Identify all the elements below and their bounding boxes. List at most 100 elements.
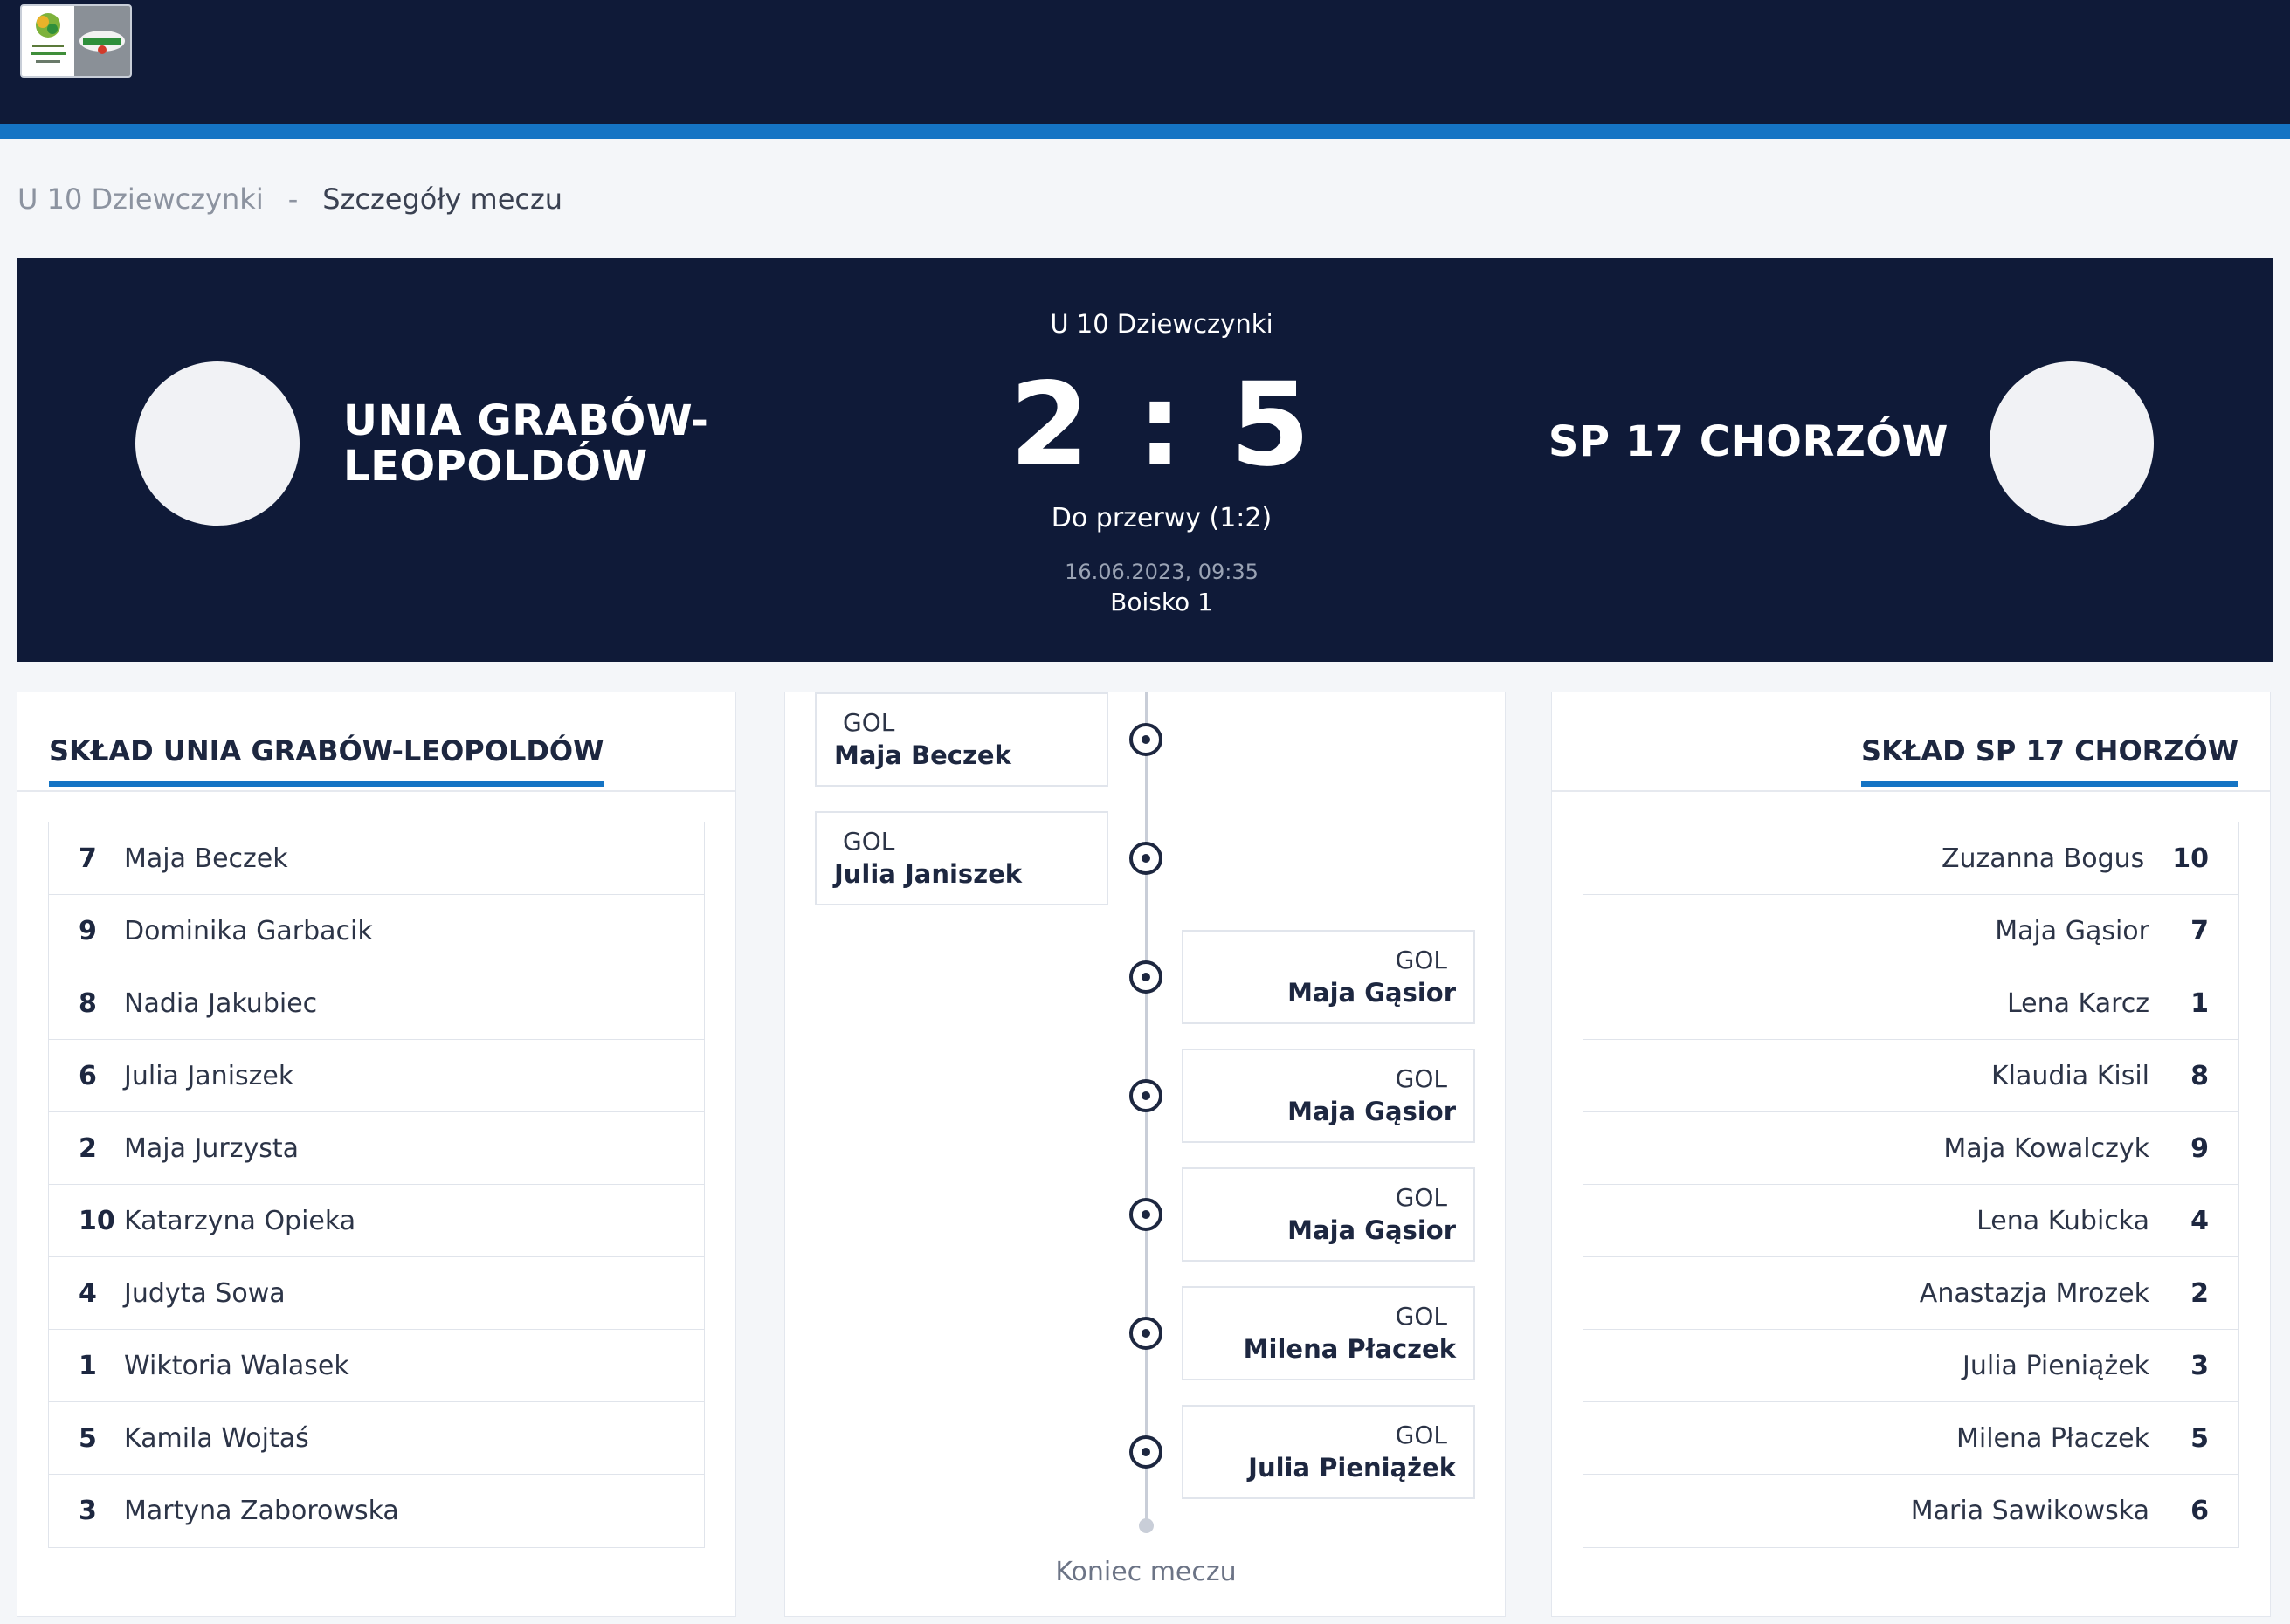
breadcrumb-category-link[interactable]: U 10 Dziewczynki bbox=[17, 182, 264, 216]
player-number: 7 bbox=[2190, 915, 2209, 946]
match-score: 2 : 5 bbox=[1009, 358, 1314, 492]
home-lineup-header: SKŁAD UNIA GRABÓW-LEOPOLDÓW bbox=[17, 692, 735, 792]
match-center-info: U 10 Dziewczynki 2 : 5 Do przerwy (1:2) … bbox=[927, 309, 1397, 616]
home-goal-event: GOL Julia Janiszek bbox=[815, 811, 1108, 905]
away-goal-event: GOL Milena Płaczek bbox=[1182, 1286, 1475, 1380]
away-goal-event: GOL Julia Pieniążek bbox=[1182, 1405, 1475, 1499]
top-navigation-bar bbox=[0, 0, 2290, 124]
halftime-score: Do przerwy (1:2) bbox=[1051, 503, 1273, 533]
player-name: Wiktoria Walasek bbox=[124, 1350, 349, 1381]
tournament-logo-icon bbox=[22, 6, 74, 76]
sponsor-logo-icon bbox=[74, 6, 130, 76]
player-number: 1 bbox=[2190, 987, 2209, 1019]
home-team-name[interactable]: UNIA GRABÓW-LEOPOLDÓW bbox=[343, 398, 797, 489]
timeline-end-label: Koniec meczu bbox=[1055, 1557, 1237, 1587]
away-goal-event: GOL Maja Gąsior bbox=[1182, 1049, 1475, 1143]
away-lineup-title: SKŁAD SP 17 CHORZÓW bbox=[1861, 734, 2238, 787]
home-player-row[interactable]: 6 Julia Janiszek bbox=[49, 1040, 704, 1112]
home-goal-event: GOL Maja Beczek bbox=[815, 692, 1108, 787]
home-player-row[interactable]: 2 Maja Jurzysta bbox=[49, 1112, 704, 1185]
home-team-crest bbox=[135, 361, 300, 526]
event-player[interactable]: Maja Gąsior bbox=[1201, 1213, 1456, 1248]
home-player-row[interactable]: 5 Kamila Wojtaś bbox=[49, 1402, 704, 1475]
event-type: GOL bbox=[1395, 1064, 1447, 1093]
away-player-row[interactable]: Julia Pieniążek 3 bbox=[1583, 1330, 2238, 1402]
breadcrumb-separator: - bbox=[287, 182, 299, 216]
away-goal-event: GOL Maja Gąsior bbox=[1182, 1167, 1475, 1262]
player-name: Lena Karcz bbox=[2006, 987, 2149, 1019]
event-player[interactable]: Maja Gąsior bbox=[1201, 1094, 1456, 1129]
match-league: U 10 Dziewczynki bbox=[1050, 309, 1273, 339]
player-name: Maja Kowalczyk bbox=[1943, 1132, 2149, 1164]
match-field: Boisko 1 bbox=[1110, 588, 1213, 616]
player-number: 9 bbox=[2190, 1132, 2209, 1164]
player-number: 5 bbox=[79, 1422, 97, 1454]
player-number: 8 bbox=[2190, 1060, 2209, 1091]
player-number: 6 bbox=[79, 1060, 97, 1091]
away-team-crest bbox=[1990, 361, 2154, 526]
player-name: Julia Pieniążek bbox=[1962, 1350, 2149, 1381]
player-number: 10 bbox=[79, 1205, 115, 1236]
event-type: GOL bbox=[1395, 1183, 1447, 1212]
away-player-row[interactable]: Maja Kowalczyk 9 bbox=[1583, 1112, 2238, 1185]
player-name: Martyna Zaborowska bbox=[124, 1496, 399, 1526]
away-goal-event: GOL Maja Gąsior bbox=[1182, 930, 1475, 1024]
goal-ball-icon bbox=[1129, 1198, 1162, 1231]
tournament-logo-link[interactable] bbox=[20, 4, 132, 78]
home-player-row[interactable]: 1 Wiktoria Walasek bbox=[49, 1330, 704, 1402]
event-type: GOL bbox=[843, 827, 895, 856]
match-summary-panel: UNIA GRABÓW-LEOPOLDÓW U 10 Dziewczynki 2… bbox=[17, 258, 2273, 662]
away-player-list: Zuzanna Bogus 10 Maja Gąsior 7 Lena Karcz 1 Kl… bbox=[1583, 822, 2239, 1548]
breadcrumb: U 10 Dziewczynki - Szczegóły meczu bbox=[17, 180, 562, 218]
away-team-name[interactable]: SP 17 CHORZÓW bbox=[1549, 419, 1949, 464]
home-player-row[interactable]: 9 Dominika Garbacik bbox=[49, 895, 704, 967]
goal-ball-icon bbox=[1129, 723, 1162, 756]
player-number: 2 bbox=[2190, 1277, 2209, 1309]
player-number: 4 bbox=[2190, 1205, 2209, 1236]
away-player-row[interactable]: Zuzanna Bogus 10 bbox=[1583, 822, 2238, 895]
away-lineup-header: SKŁAD SP 17 CHORZÓW bbox=[1552, 692, 2270, 792]
player-name: Katarzyna Opieka bbox=[124, 1205, 356, 1236]
event-type: GOL bbox=[1395, 1421, 1447, 1449]
player-number: 7 bbox=[79, 843, 97, 874]
goal-ball-icon bbox=[1129, 1317, 1162, 1350]
player-name: Lena Kubicka bbox=[1976, 1205, 2149, 1236]
player-name: Maja Gąsior bbox=[1995, 915, 2149, 946]
event-player[interactable]: Milena Płaczek bbox=[1201, 1332, 1456, 1366]
away-player-row[interactable]: Maria Sawikowska 6 bbox=[1583, 1475, 2238, 1547]
timeline-end-dot bbox=[1139, 1518, 1154, 1533]
match-datetime: 16.06.2023, 09:35 bbox=[1065, 560, 1259, 584]
player-number: 5 bbox=[2190, 1422, 2209, 1454]
away-player-row[interactable]: Anastazja Mrozek 2 bbox=[1583, 1257, 2238, 1330]
event-player[interactable]: Maja Gąsior bbox=[1201, 975, 1456, 1010]
away-player-row[interactable]: Klaudia Kisil 8 bbox=[1583, 1040, 2238, 1112]
player-name: Kamila Wojtaś bbox=[124, 1422, 309, 1454]
home-player-row[interactable]: 10 Katarzyna Opieka bbox=[49, 1185, 704, 1257]
player-number: 4 bbox=[79, 1277, 97, 1309]
event-player[interactable]: Julia Janiszek bbox=[834, 857, 1089, 891]
away-player-row[interactable]: Milena Płaczek 5 bbox=[1583, 1402, 2238, 1475]
player-number: 8 bbox=[79, 987, 97, 1019]
home-player-row[interactable]: 7 Maja Beczek bbox=[49, 822, 704, 895]
event-player[interactable]: Julia Pieniążek bbox=[1201, 1450, 1456, 1485]
home-player-row[interactable]: 4 Judyta Sowa bbox=[49, 1257, 704, 1330]
player-name: Maja Jurzysta bbox=[124, 1132, 299, 1164]
player-name: Anastazja Mrozek bbox=[1919, 1277, 2149, 1309]
player-number: 2 bbox=[79, 1132, 97, 1164]
player-name: Maria Sawikowska bbox=[1910, 1496, 2149, 1526]
player-number: 6 bbox=[2190, 1496, 2209, 1526]
event-type: GOL bbox=[1395, 946, 1447, 974]
event-type: GOL bbox=[843, 708, 895, 737]
home-player-list: 7 Maja Beczek 9 Dominika Garbacik 8 Nadia Jak… bbox=[48, 822, 705, 1548]
event-player[interactable]: Maja Beczek bbox=[834, 738, 1089, 773]
home-player-row[interactable]: 3 Martyna Zaborowska bbox=[49, 1475, 704, 1547]
away-player-row[interactable]: Maja Gąsior 7 bbox=[1583, 895, 2238, 967]
away-player-row[interactable]: Lena Kubicka 4 bbox=[1583, 1185, 2238, 1257]
goal-ball-icon bbox=[1129, 1079, 1162, 1112]
home-player-row[interactable]: 8 Nadia Jakubiec bbox=[49, 967, 704, 1040]
away-player-row[interactable]: Lena Karcz 1 bbox=[1583, 967, 2238, 1040]
away-lineup-card: SKŁAD SP 17 CHORZÓW Zuzanna Bogus 10 Maja … bbox=[1551, 692, 2271, 1617]
player-name: Judyta Sowa bbox=[124, 1277, 286, 1309]
player-name: Milena Płaczek bbox=[1955, 1422, 2149, 1454]
home-lineup-card: SKŁAD UNIA GRABÓW-LEOPOLDÓW 7 Maja Beczek… bbox=[17, 692, 736, 1617]
